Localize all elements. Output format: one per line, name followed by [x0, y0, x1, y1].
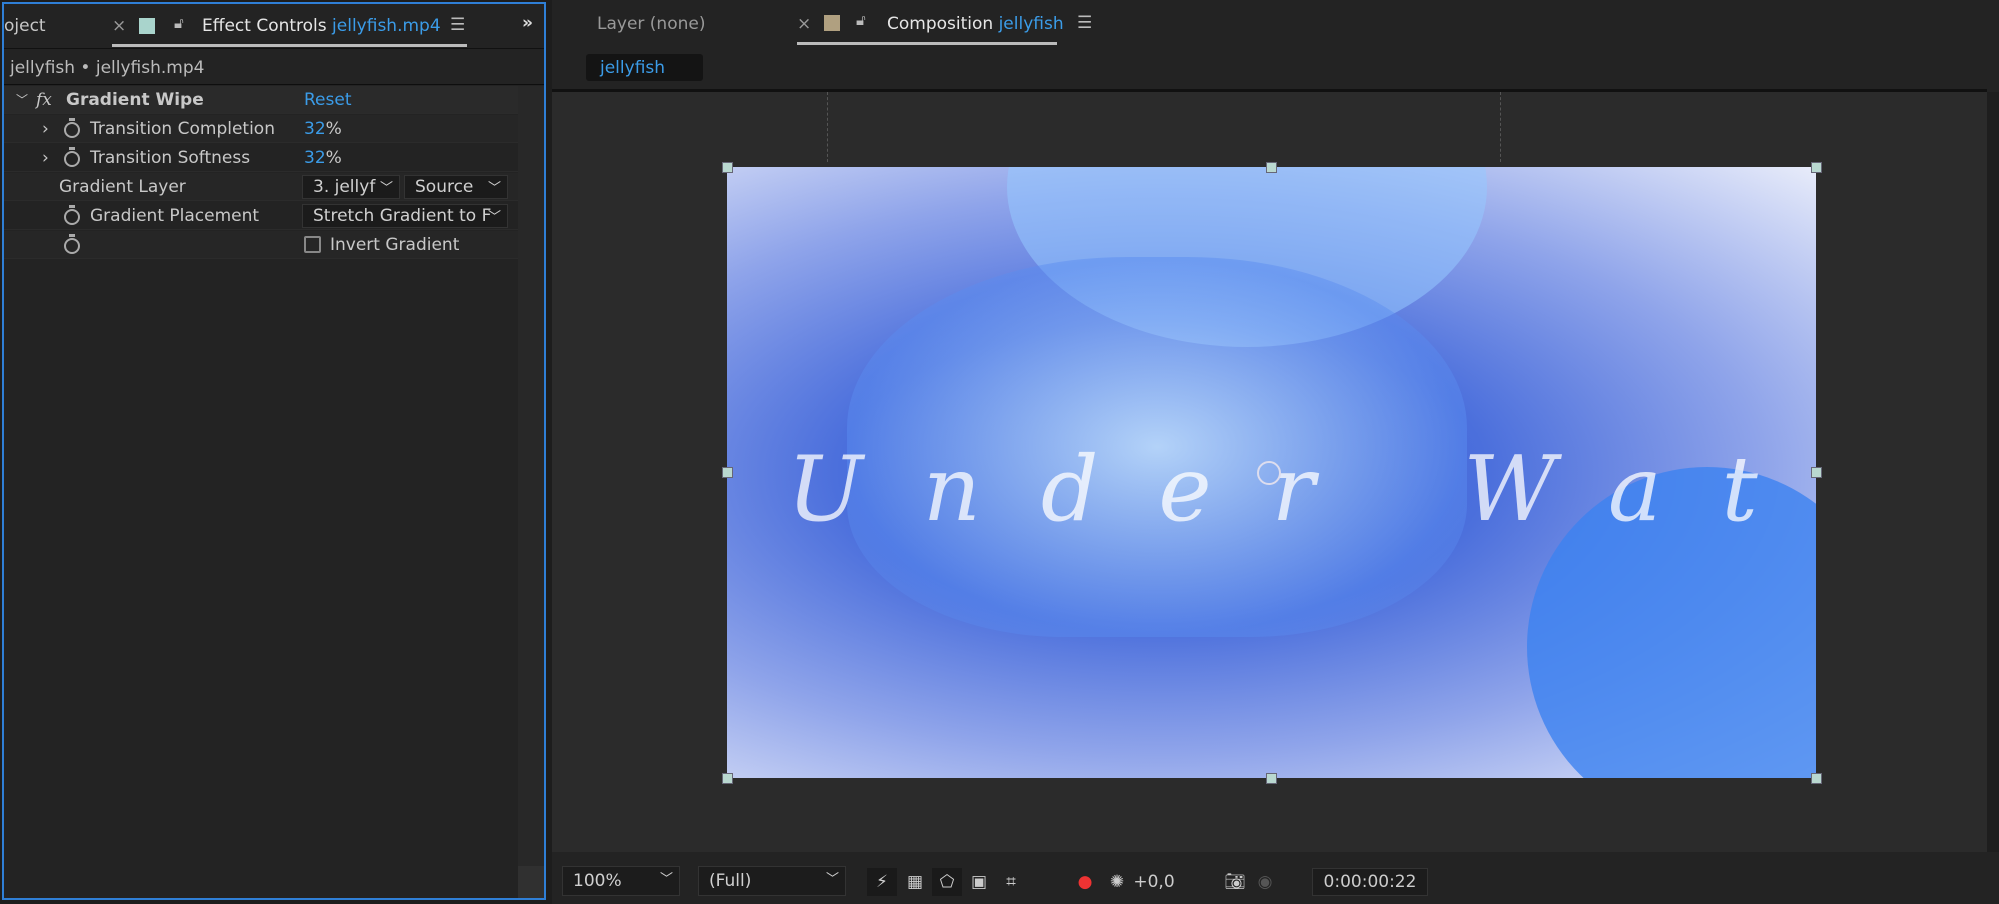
label-color-swatch[interactable] [139, 18, 155, 34]
composition-panel: Layer (none) × 🔓︎ Composition jellyfish … [552, 0, 1999, 904]
stopwatch-icon[interactable] [64, 234, 80, 254]
scrollbar-thumb[interactable] [518, 866, 544, 898]
transform-handle[interactable] [722, 162, 733, 173]
tab-composition[interactable]: Composition jellyfish [887, 14, 1064, 34]
layer-subtitle: jellyfish • jellyfish.mp4 [10, 58, 205, 78]
tab-effect-controls[interactable]: Effect Controls jellyfish.mp4 [202, 16, 441, 36]
guide-line [1500, 92, 1501, 162]
chevron-right-icon[interactable]: › [42, 148, 49, 168]
lock-icon[interactable]: 🔓︎ [174, 14, 184, 32]
transform-handle[interactable] [1266, 773, 1277, 784]
invert-gradient-checkbox[interactable] [304, 236, 321, 253]
effect-controls-panel: oject × 🔓︎ Effect Controls jellyfish.mp4… [2, 2, 546, 900]
chevron-down-icon: ﹀ [487, 181, 501, 196]
scrollbar[interactable] [518, 86, 544, 866]
anchor-point-icon[interactable] [1257, 461, 1281, 485]
transform-handle[interactable] [1811, 773, 1822, 784]
fast-previews-icon[interactable]: ⚡ [867, 868, 897, 896]
unit: % [325, 118, 342, 139]
property-label: Gradient Layer [59, 176, 186, 197]
transition-softness-value[interactable]: 32 [304, 148, 326, 168]
property-gradient-layer: Gradient Layer 3. jellyf ﹀ Source ﹀ [4, 173, 518, 201]
panel-tab-bar: oject × 🔓︎ Effect Controls jellyfish.mp4… [4, 4, 544, 49]
composition-breadcrumb[interactable]: jellyfish [586, 54, 703, 81]
label-color-swatch[interactable] [824, 15, 840, 31]
panel-menu-icon[interactable]: ☰ [1077, 13, 1092, 33]
property-gradient-placement: Gradient Placement Stretch Gradient to F… [4, 202, 518, 230]
unit: % [325, 147, 342, 168]
reset-link[interactable]: Reset [304, 90, 352, 110]
overflow-chevrons-icon[interactable]: » [522, 13, 533, 33]
property-transition-completion: › Transition Completion 32% [4, 115, 518, 143]
tab-layer[interactable]: Layer (none) [597, 14, 705, 34]
composition-frame[interactable]: Under Water [727, 167, 1816, 778]
chevron-down-icon: ﹀ [825, 872, 839, 887]
chevron-right-icon[interactable]: › [42, 119, 49, 139]
mask-path-visibility-icon[interactable]: ⬠ [932, 868, 962, 896]
show-snapshot-icon[interactable]: ◉ [1252, 868, 1278, 896]
snapshot-camera-icon[interactable]: 📷︎ [1222, 868, 1248, 896]
fx-icon[interactable]: fx [36, 90, 52, 110]
exposure-value[interactable]: +0,0 [1133, 868, 1174, 896]
chevron-down-icon: ﹀ [487, 210, 501, 225]
close-tab-icon[interactable]: × [797, 14, 811, 34]
guide-line [827, 92, 828, 162]
channel-rgb-icon[interactable]: ● [1072, 868, 1098, 896]
chevron-down-icon: ﹀ [659, 872, 673, 887]
color-management-icon[interactable]: ✺ [1104, 868, 1130, 896]
transform-handle[interactable] [1266, 162, 1277, 173]
grid-guides-icon[interactable]: ⌗ [996, 868, 1026, 896]
gradient-source-dropdown[interactable]: Source ﹀ [404, 175, 508, 199]
stopwatch-icon[interactable] [64, 205, 80, 225]
transform-handle[interactable] [1811, 162, 1822, 173]
chevron-down-icon: ﹀ [379, 181, 393, 196]
region-of-interest-icon[interactable]: ▣ [966, 868, 992, 896]
effect-name: Gradient Wipe [66, 89, 204, 110]
effect-row-gradient-wipe[interactable]: ﹀ fx Gradient Wipe Reset [4, 86, 518, 114]
transform-handle[interactable] [722, 467, 733, 478]
panel-menu-icon[interactable]: ☰ [450, 15, 465, 35]
transparency-grid-icon[interactable]: ▦ [902, 868, 928, 896]
viewer-scrollbar[interactable] [1987, 92, 1999, 852]
tab-project[interactable]: oject [4, 16, 46, 36]
gradient-placement-dropdown[interactable]: Stretch Gradient to F ﹀ [302, 204, 508, 228]
timecode-display[interactable]: 0:00:00:22 [1312, 868, 1428, 896]
transform-handle[interactable] [722, 773, 733, 784]
active-tab-underline [797, 42, 1057, 45]
gradient-layer-dropdown[interactable]: 3. jellyf ﹀ [302, 175, 400, 199]
magnification-dropdown[interactable]: 100% ﹀ [562, 866, 680, 896]
close-tab-icon[interactable]: × [112, 16, 126, 36]
lock-icon[interactable]: 🔓︎ [856, 11, 866, 29]
property-transition-softness: › Transition Softness 32% [4, 144, 518, 172]
property-label: Transition Completion [90, 118, 275, 139]
overlay-script-text: Under Water [787, 437, 1816, 542]
stopwatch-icon[interactable] [64, 147, 80, 167]
transform-handle[interactable] [1811, 467, 1822, 478]
property-invert-gradient: Invert Gradient [4, 231, 518, 259]
stopwatch-icon[interactable] [64, 118, 80, 138]
checkbox-label: Invert Gradient [330, 234, 460, 255]
chevron-down-icon[interactable]: ﹀ [16, 91, 28, 108]
composition-viewer[interactable]: Under Water [552, 92, 1987, 852]
property-label: Transition Softness [90, 147, 251, 168]
active-tab-underline [112, 44, 467, 47]
resolution-dropdown[interactable]: (Full) ﹀ [698, 866, 846, 896]
transition-completion-value[interactable]: 32 [304, 119, 326, 139]
property-label: Gradient Placement [90, 205, 260, 226]
